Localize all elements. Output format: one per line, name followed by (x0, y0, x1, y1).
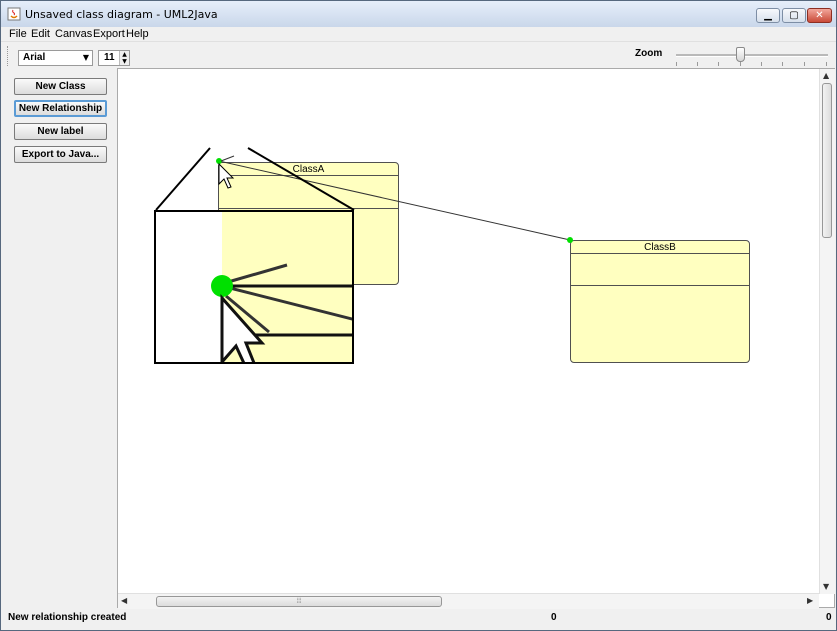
magnified-endpoint-handle (211, 275, 233, 297)
magnifier-callout-left (155, 147, 211, 211)
status-message: New relationship created (8, 612, 127, 623)
magnifier-callout-right (247, 147, 355, 211)
horizontal-scrollbar[interactable]: ◀ ⦙⦙⦙ ▶ (118, 593, 819, 609)
status-bar: New relationship created 0 0 (1, 609, 836, 630)
scroll-right-icon[interactable]: ▶ (807, 596, 813, 605)
scroll-up-icon[interactable]: ▲ (823, 71, 829, 80)
horizontal-scroll-thumb[interactable]: ⦙⦙⦙ (156, 596, 442, 607)
magnified-view (211, 212, 352, 362)
mouse-cursor-icon (218, 162, 235, 189)
canvas-overlay (155, 147, 573, 243)
status-value-1: 0 (551, 612, 557, 623)
status-value-2: 0 (826, 612, 832, 623)
vertical-scroll-thumb[interactable] (822, 83, 832, 238)
app-window: Unsaved class diagram - UML2Java ▁ ▢ ✕ F… (0, 0, 837, 631)
relationship-end-handle[interactable] (567, 237, 573, 243)
scroll-down-icon[interactable]: ▼ (823, 582, 829, 591)
relationship-stub (220, 155, 235, 162)
scroll-left-icon[interactable]: ◀ (121, 596, 127, 605)
vertical-scrollbar[interactable]: ▲ ▼ (819, 69, 835, 594)
magnifier-inset (154, 210, 354, 364)
